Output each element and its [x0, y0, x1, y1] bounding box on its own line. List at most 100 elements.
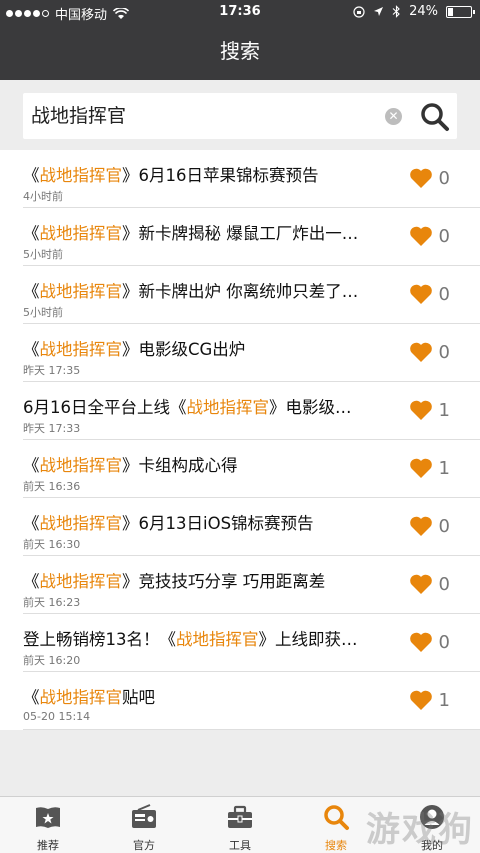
- title-suffix: 》6月13日iOS锦标赛预告: [122, 514, 314, 533]
- clear-icon[interactable]: ✕: [385, 108, 402, 125]
- title-suffix: 》电影级CG出炉: [122, 340, 246, 359]
- title-highlight: 战地指挥官: [186, 398, 270, 417]
- item-time: 前天 16:30: [23, 538, 81, 551]
- like-button[interactable]: 0: [409, 573, 450, 595]
- item-title: 6月16日全平台上线《战地指挥官》电影级…: [23, 394, 389, 418]
- tab-label: 官方: [133, 839, 155, 852]
- nav-bar: 搜索: [0, 26, 480, 80]
- title-prefix: 《: [23, 572, 40, 591]
- heart-icon: [409, 226, 432, 246]
- title-highlight: 战地指挥官: [39, 166, 123, 185]
- item-time: 5小时前: [23, 306, 63, 319]
- toolbox-icon: [228, 805, 252, 828]
- location-icon: [374, 7, 384, 16]
- list-item[interactable]: 《战地指挥官》电影级CG出炉 昨天 17:35 0: [0, 324, 480, 382]
- tab-tools[interactable]: 工具: [192, 797, 288, 853]
- list-item[interactable]: 《战地指挥官》6月16日苹果锦标赛预告 4小时前 0: [0, 150, 480, 208]
- item-time: 前天 16:20: [23, 654, 81, 667]
- list-item[interactable]: 《战地指挥官》卡组构成心得 前天 16:36 1: [0, 440, 480, 498]
- like-button[interactable]: 0: [409, 225, 450, 247]
- title-suffix: 》卡组构成心得: [122, 456, 238, 475]
- search-input[interactable]: 战地指挥官: [31, 93, 126, 139]
- list-item[interactable]: 《战地指挥官》新卡牌揭秘 爆鼠工厂炸出一… 5小时前 0: [0, 208, 480, 266]
- title-highlight: 战地指挥官: [39, 688, 123, 707]
- list-item[interactable]: 6月16日全平台上线《战地指挥官》电影级… 昨天 17:33 1: [0, 382, 480, 440]
- title-prefix: 登上畅销榜13名！《: [23, 630, 176, 649]
- like-button[interactable]: 0: [409, 283, 450, 305]
- list-item[interactable]: 《战地指挥官》新卡牌出炉 你离统帅只差了… 5小时前 0: [0, 266, 480, 324]
- title-highlight: 战地指挥官: [39, 514, 123, 533]
- list-item[interactable]: 登上畅销榜13名！《战地指挥官》上线即获… 前天 16:20 0: [0, 614, 480, 672]
- like-button[interactable]: 0: [409, 341, 450, 363]
- item-time: 05-20 15:14: [23, 710, 91, 723]
- item-title: 《战地指挥官》竞技技巧分享 巧用距离差: [23, 568, 389, 592]
- like-count: 0: [438, 283, 450, 305]
- like-count: 0: [438, 515, 450, 537]
- like-button[interactable]: 0: [409, 631, 450, 653]
- item-title: 《战地指挥官》6月16日苹果锦标赛预告: [23, 162, 389, 186]
- heart-icon: [409, 458, 432, 478]
- tab-label: 推荐: [37, 839, 59, 852]
- title-prefix: 6月16日全平台上线《: [23, 398, 187, 417]
- title-prefix: 《: [23, 688, 40, 707]
- item-title: 登上畅销榜13名！《战地指挥官》上线即获…: [23, 626, 389, 650]
- search-icon: [324, 805, 349, 830]
- title-suffix: 》新卡牌揭秘 爆鼠工厂炸出一…: [122, 224, 359, 243]
- title-highlight: 战地指挥官: [39, 456, 123, 475]
- heart-icon: [409, 400, 432, 420]
- item-time: 5小时前: [23, 248, 63, 261]
- item-title: 《战地指挥官贴吧: [23, 684, 389, 708]
- tab-recommend[interactable]: 推荐: [0, 797, 96, 853]
- item-title: 《战地指挥官》新卡牌揭秘 爆鼠工厂炸出一…: [23, 220, 389, 244]
- heart-icon: [409, 284, 432, 304]
- heart-icon: [409, 690, 432, 710]
- watermark: 游戏狗: [366, 810, 474, 850]
- like-button[interactable]: 0: [409, 515, 450, 537]
- like-button[interactable]: 1: [409, 457, 450, 479]
- like-count: 0: [438, 341, 450, 363]
- search-box[interactable]: 战地指挥官 ✕: [23, 93, 457, 139]
- title-suffix: 》上线即获…: [258, 630, 358, 649]
- like-button[interactable]: 0: [409, 167, 450, 189]
- like-count: 0: [438, 631, 450, 653]
- item-title: 《战地指挥官》卡组构成心得: [23, 452, 389, 476]
- title-highlight: 战地指挥官: [39, 340, 123, 359]
- item-title: 《战地指挥官》电影级CG出炉: [23, 336, 389, 360]
- list-item[interactable]: 《战地指挥官》6月13日iOS锦标赛预告 前天 16:30 0: [0, 498, 480, 556]
- divider: [23, 729, 480, 730]
- list-item[interactable]: 《战地指挥官贴吧 05-20 15:14 1: [0, 672, 480, 730]
- title-prefix: 《: [23, 340, 40, 359]
- item-title: 《战地指挥官》6月13日iOS锦标赛预告: [23, 510, 389, 534]
- item-time: 昨天 17:35: [23, 364, 81, 377]
- heart-icon: [409, 342, 432, 362]
- like-button[interactable]: 1: [409, 689, 450, 711]
- item-time: 昨天 17:33: [23, 422, 81, 435]
- title-highlight: 战地指挥官: [176, 630, 259, 649]
- like-count: 1: [438, 457, 450, 479]
- like-count: 0: [438, 167, 450, 189]
- bluetooth-icon: [392, 5, 400, 18]
- search-button-icon[interactable]: [419, 101, 451, 133]
- heart-icon: [409, 574, 432, 594]
- title-prefix: 《: [23, 456, 40, 475]
- title-suffix: 》电影级…: [269, 398, 352, 417]
- search-area: 战地指挥官 ✕: [0, 80, 480, 150]
- results-list: 《战地指挥官》6月16日苹果锦标赛预告 4小时前 0 《战地指挥官》新卡牌揭秘 …: [0, 150, 480, 730]
- tab-official[interactable]: 官方: [96, 797, 192, 853]
- like-count: 1: [438, 689, 450, 711]
- title-prefix: 《: [23, 282, 40, 301]
- title-suffix: 》6月16日苹果锦标赛预告: [122, 166, 319, 185]
- title-suffix: 贴吧: [122, 688, 155, 707]
- item-time: 4小时前: [23, 190, 63, 203]
- heart-icon: [409, 516, 432, 536]
- radio-icon: [132, 804, 156, 828]
- title-prefix: 《: [23, 224, 40, 243]
- heart-icon: [409, 168, 432, 188]
- title-highlight: 战地指挥官: [39, 282, 123, 301]
- item-time: 前天 16:36: [23, 480, 81, 493]
- title-prefix: 《: [23, 166, 40, 185]
- like-button[interactable]: 1: [409, 399, 450, 421]
- list-item[interactable]: 《战地指挥官》竞技技巧分享 巧用距离差 前天 16:23 0: [0, 556, 480, 614]
- status-bar: 中国移动 17:36 24%: [0, 0, 480, 26]
- battery-icon: [446, 5, 475, 18]
